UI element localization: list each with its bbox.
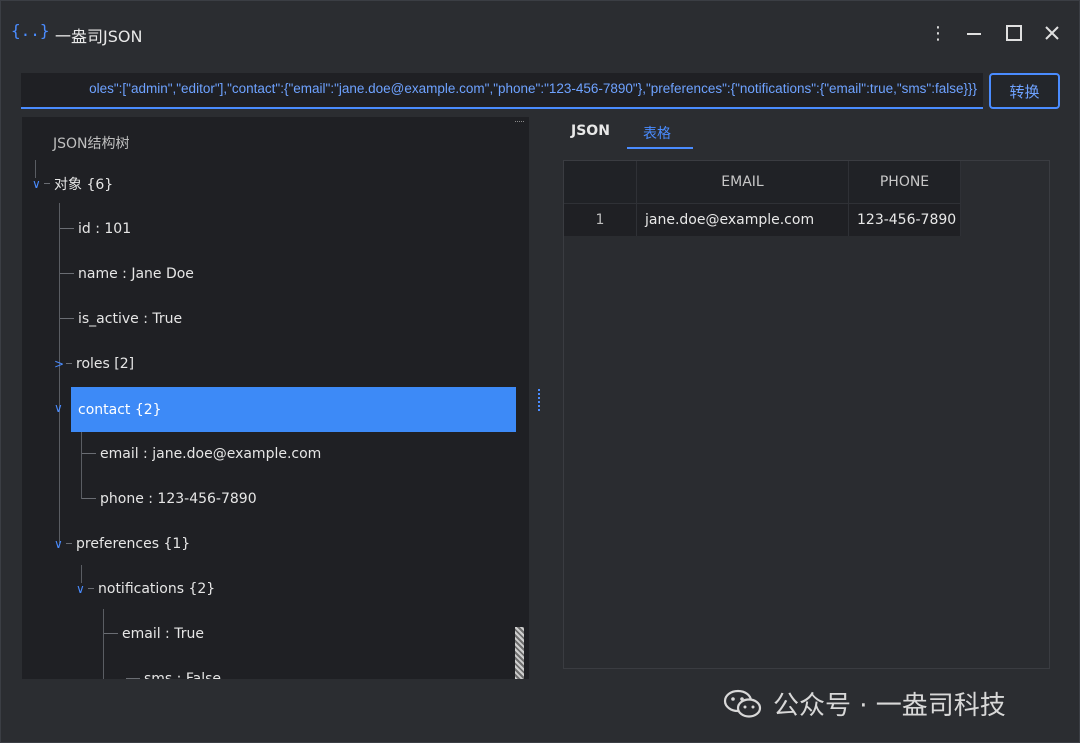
- tree-node-name[interactable]: name : Jane Doe: [60, 251, 360, 296]
- chevron-down-icon[interactable]: ∨: [54, 537, 66, 551]
- watermark: 公众号 · 一盎司科技: [723, 685, 1006, 722]
- tree-node-label: name : Jane Doe: [78, 265, 194, 282]
- chevron-down-icon[interactable]: ∨: [54, 401, 66, 415]
- active-tab-indicator: [627, 147, 693, 149]
- tree-node-label: email : jane.doe@example.com: [100, 445, 322, 462]
- tree-node-label: notifications {2}: [98, 580, 216, 597]
- app-logo-icon: {..}: [11, 21, 50, 40]
- json-input-field[interactable]: oles":["admin","editor"],"contact":{"ema…: [21, 73, 983, 109]
- chevron-down-icon[interactable]: ∨: [32, 177, 44, 191]
- tree-scrollbar[interactable]: [515, 121, 524, 679]
- tree-node-label: 对象 {6}: [54, 176, 114, 193]
- tree-node-label: sms : False: [144, 670, 221, 680]
- data-table: EMAIL PHONE 1 jane.doe@example.com 123-4…: [563, 160, 1050, 669]
- minimize-icon: [967, 33, 981, 35]
- tree-node-contact-phone[interactable]: phone : 123-456-7890: [82, 476, 482, 521]
- watermark-text: 公众号 · 一盎司科技: [773, 691, 1006, 721]
- chevron-right-icon[interactable]: >: [54, 357, 66, 371]
- panel-splitter-handle[interactable]: [538, 389, 542, 411]
- tree-node-notif-email[interactable]: email : True: [104, 611, 404, 656]
- maximize-icon: [1006, 25, 1022, 41]
- scrollbar-track: [515, 121, 524, 123]
- app-window: {..} 一盎司JSON ⋮ oles":["admin","editor"],…: [0, 0, 1080, 743]
- tree-node-label: roles [2]: [76, 355, 135, 372]
- tab-table[interactable]: 表格: [643, 123, 671, 143]
- table-row-index: 1: [564, 203, 637, 236]
- tree-node-label: id : 101: [78, 220, 132, 237]
- tree-node-root[interactable]: ∨ 对象 {6}: [32, 161, 232, 206]
- wechat-icon: [723, 689, 763, 719]
- json-input-value: oles":["admin","editor"],"contact":{"ema…: [89, 81, 977, 96]
- close-icon: [1045, 26, 1059, 40]
- tab-json[interactable]: JSON: [571, 123, 610, 139]
- chevron-down-icon[interactable]: ∨: [76, 582, 88, 596]
- convert-button[interactable]: 转换: [989, 73, 1060, 109]
- table-header-index: [564, 161, 637, 203]
- tree-node-preferences[interactable]: ∨ preferences {1}: [54, 521, 354, 566]
- tree-node-label: is_active : True: [78, 310, 183, 327]
- tree-node-label: phone : 123-456-7890: [100, 490, 257, 507]
- tree-node-label: preferences {1}: [76, 535, 191, 552]
- app-title: 一盎司JSON: [55, 27, 143, 46]
- tree-node-notif-sms[interactable]: sms : False: [126, 656, 426, 679]
- tree-node-is-active[interactable]: is_active : True: [60, 296, 360, 341]
- more-options-icon[interactable]: ⋮: [925, 19, 951, 47]
- table-cell-email[interactable]: jane.doe@example.com: [637, 203, 849, 236]
- tree-node-roles[interactable]: > roles [2]: [54, 341, 354, 386]
- tree-node-label: contact {2}: [78, 401, 162, 418]
- close-button[interactable]: [1039, 19, 1065, 47]
- tree-node-id[interactable]: id : 101: [60, 206, 360, 251]
- title-bar: {..} 一盎司JSON ⋮: [1, 1, 1079, 65]
- table-cell-phone[interactable]: 123-456-7890: [849, 203, 961, 236]
- tree-node-contact[interactable]: contact {2}: [71, 387, 516, 432]
- tree-node-label: email : True: [122, 625, 204, 642]
- view-tabs: JSON 表格: [563, 117, 763, 151]
- maximize-button[interactable]: [1001, 19, 1027, 47]
- table-header-phone[interactable]: PHONE: [849, 161, 961, 203]
- table-header-email[interactable]: EMAIL: [637, 161, 849, 203]
- tree-header: JSON结构树: [53, 136, 130, 152]
- tree-node-notifications[interactable]: ∨ notifications {2}: [76, 566, 376, 611]
- minimize-button[interactable]: [961, 19, 987, 47]
- scrollbar-thumb[interactable]: [515, 627, 524, 679]
- tree-node-contact-email[interactable]: email : jane.doe@example.com: [82, 431, 482, 476]
- json-tree-panel[interactable]: JSON结构树 ∨ 对象 {6} id : 101 name : Jane Do…: [22, 117, 529, 679]
